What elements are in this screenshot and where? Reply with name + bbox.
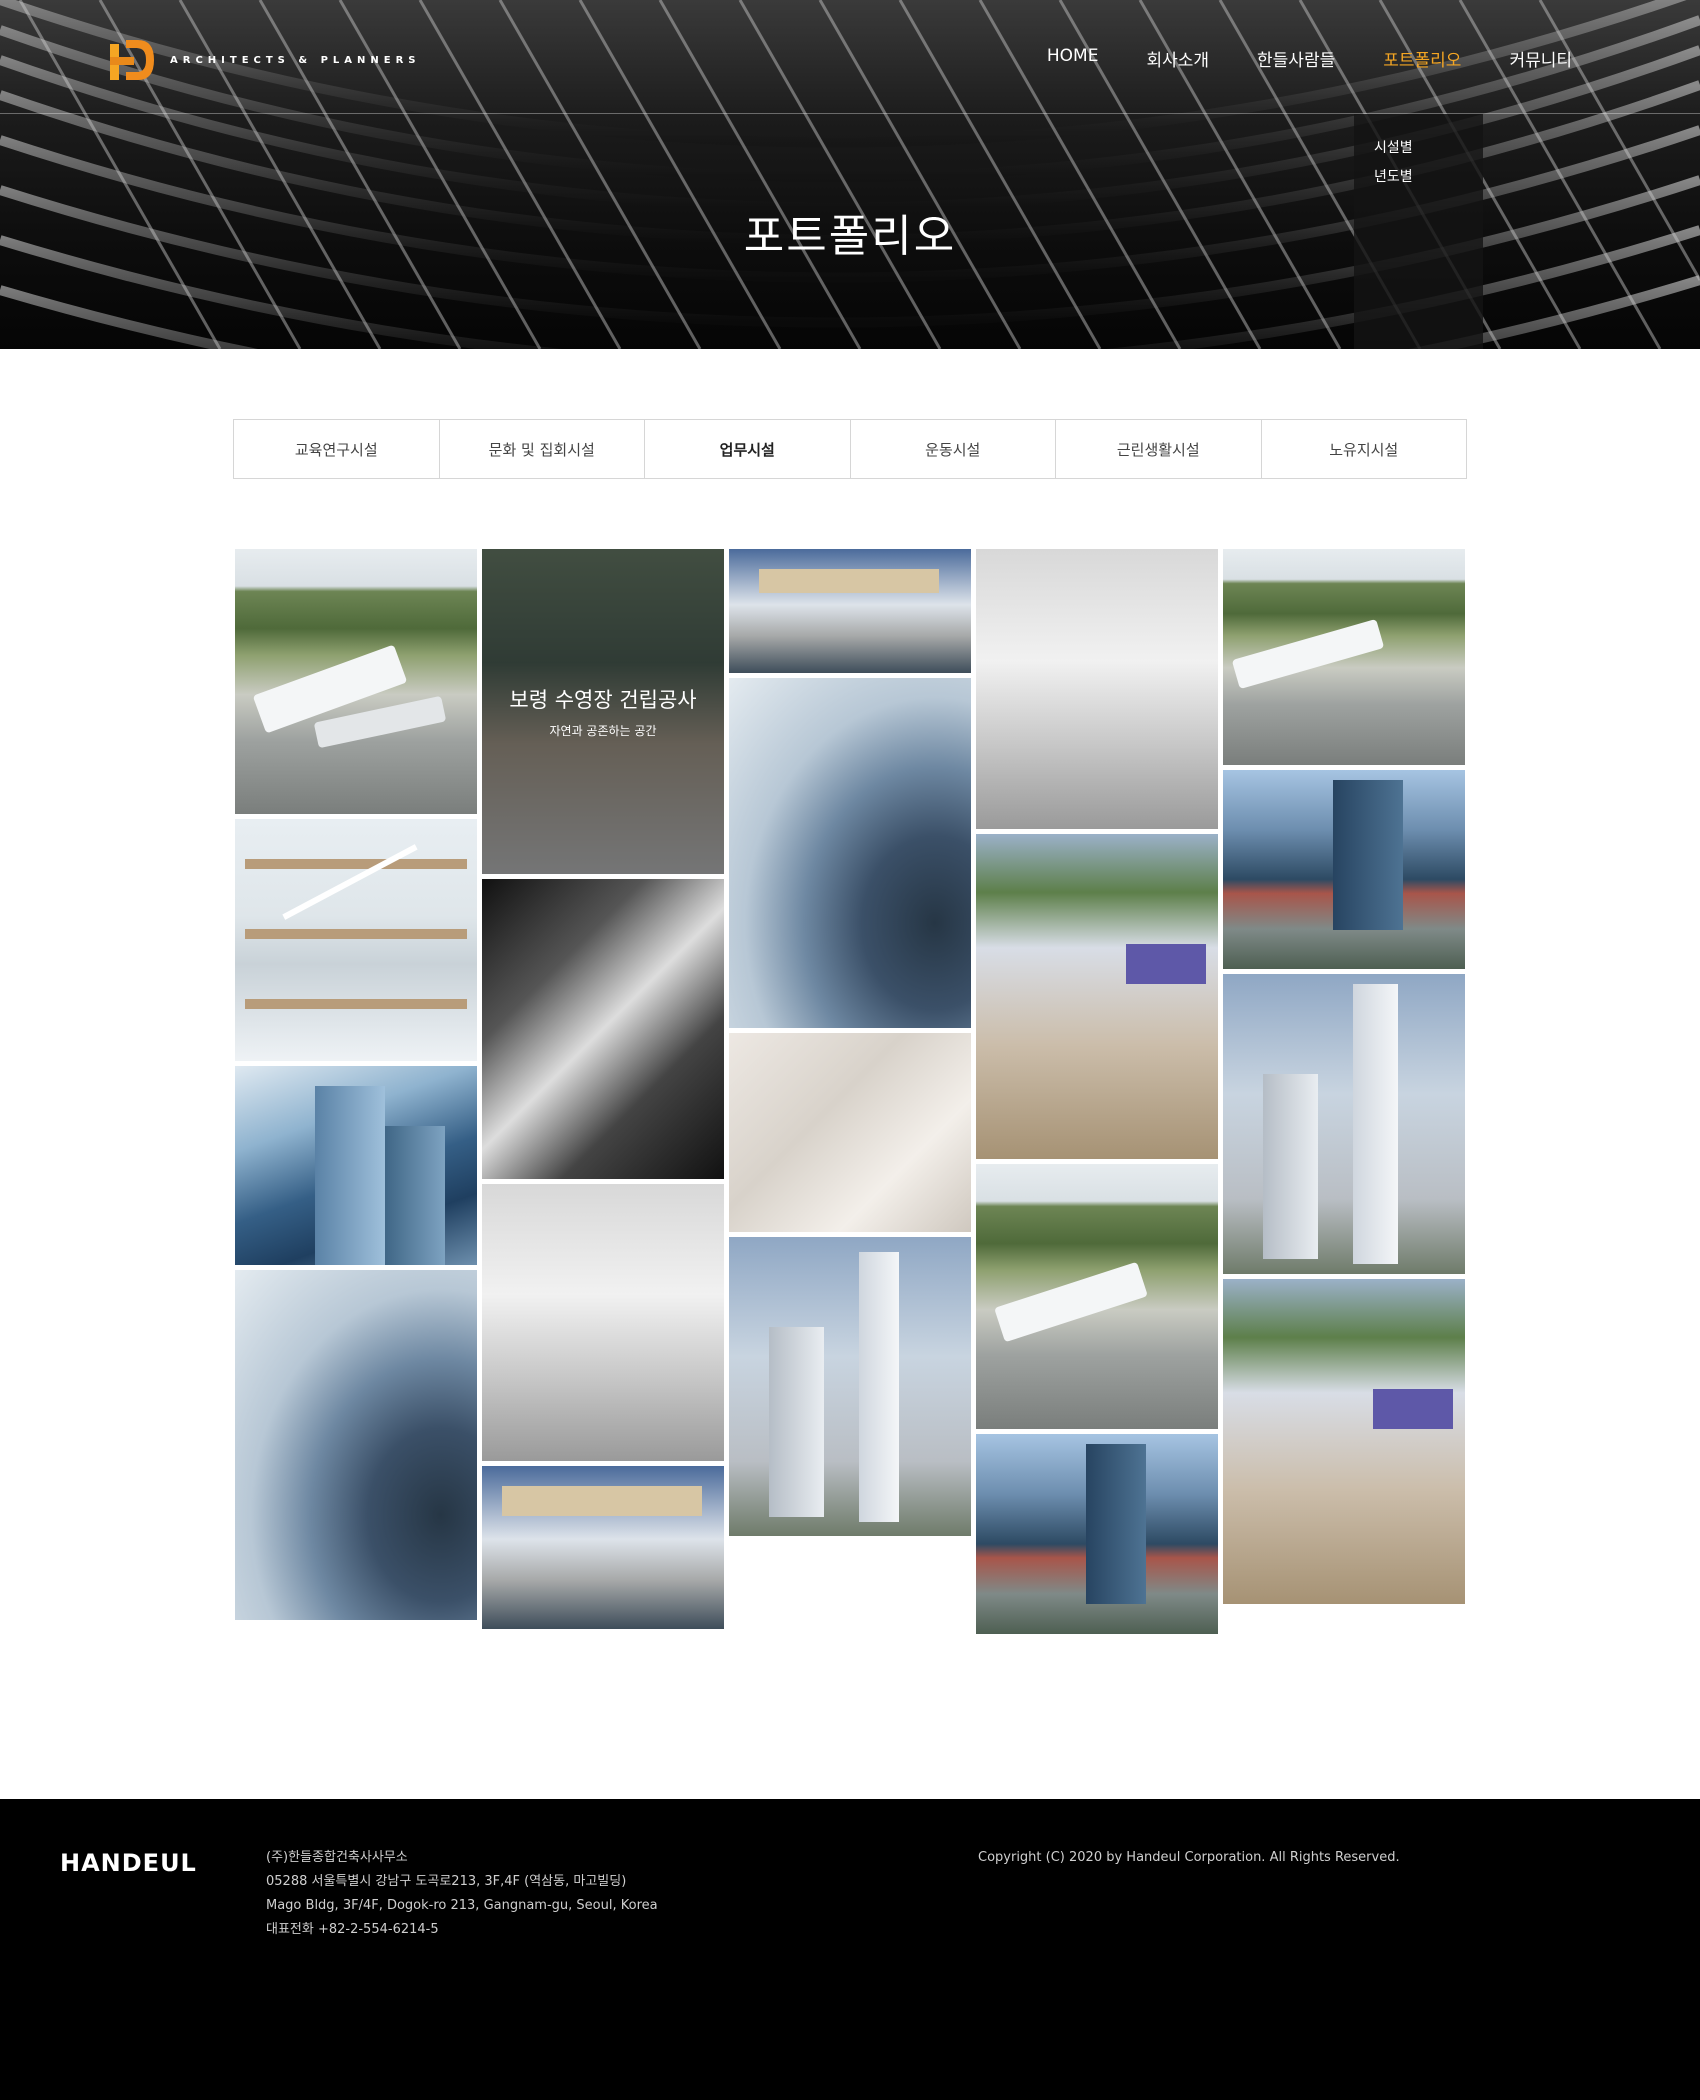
hover-overlay: 보령 수영장 건립공사 자연과 공존하는 공간 (482, 549, 724, 874)
main-nav: HOME 회사소개 한들사람들 포트폴리오 커뮤니티 (1047, 46, 1572, 71)
gallery-item[interactable] (1223, 974, 1465, 1274)
tab-sports[interactable]: 운동시설 (851, 420, 1056, 478)
logo-tagline: ARCHITECTS & PLANNERS (170, 54, 421, 66)
tab-business[interactable]: 업무시설 (645, 420, 851, 478)
project-image (235, 1066, 477, 1265)
portfolio-gallery: 보령 수영장 건립공사 자연과 공존하는 공간 (235, 549, 1465, 1634)
gallery-item[interactable] (482, 1466, 724, 1629)
nav-home[interactable]: HOME (1047, 46, 1099, 71)
gallery-item[interactable] (1223, 770, 1465, 969)
footer-address-ko: 05288 서울특별시 강남구 도곡로213, 3F,4F (역삼동, 마고빌딩… (266, 1874, 627, 1889)
tab-neighborhood[interactable]: 근린생활시설 (1056, 420, 1262, 478)
footer-company-name: (주)한들종합건축사사무소 (266, 1850, 408, 1865)
project-image (482, 879, 724, 1179)
project-image (729, 549, 971, 673)
gallery-item[interactable] (235, 1066, 477, 1265)
gallery-item-hover[interactable]: 보령 수영장 건립공사 자연과 공존하는 공간 (482, 549, 724, 874)
project-image (976, 834, 1218, 1159)
footer-address-en: Mago Bldg, 3F/4F, Dogok-ro 213, Gangnam-… (266, 1898, 658, 1913)
project-image (235, 819, 477, 1061)
dropdown-by-facility[interactable]: 시설별 (1374, 134, 1463, 163)
project-image (976, 1434, 1218, 1634)
project-image (729, 1033, 971, 1232)
gallery-item[interactable] (729, 678, 971, 1028)
gallery-item[interactable] (1223, 549, 1465, 765)
project-subtitle: 자연과 공존하는 공간 (549, 724, 657, 738)
tab-culture[interactable]: 문화 및 집회시설 (440, 420, 645, 478)
project-image (482, 1184, 724, 1461)
nav-company[interactable]: 회사소개 (1146, 46, 1209, 71)
page-title: 포트폴리오 (743, 211, 957, 262)
footer-phone: 대표전화 +82-2-554-6214-5 (266, 1922, 439, 1937)
nav-community[interactable]: 커뮤니티 (1509, 46, 1572, 71)
project-image (729, 1237, 971, 1536)
footer-company-info: (주)한들종합건축사사무소 05288 서울특별시 강남구 도곡로213, 3F… (266, 1846, 658, 1942)
project-image (976, 1164, 1218, 1429)
gallery-item[interactable] (976, 1434, 1218, 1634)
site-footer: HANDEUL (주)한들종합건축사사무소 05288 서울특별시 강남구 도곡… (0, 1799, 1700, 2100)
gallery-item[interactable] (482, 879, 724, 1179)
gallery-item[interactable] (976, 834, 1218, 1159)
footer-copyright: Copyright (C) 2020 by Handeul Corporatio… (978, 1850, 1400, 1865)
project-image (976, 549, 1218, 829)
category-tabs: 교육연구시설 문화 및 집회시설 업무시설 운동시설 근린생활시설 노유지시설 (233, 419, 1467, 479)
page: ARCHITECTS & PLANNERS HOME 회사소개 한들사람들 포트… (0, 0, 1700, 2100)
gallery-item[interactable] (729, 549, 971, 673)
gallery-item[interactable] (729, 1237, 971, 1536)
tab-childcare[interactable]: 노유지시설 (1262, 420, 1467, 478)
nav-portfolio[interactable]: 포트폴리오 (1383, 46, 1461, 71)
gallery-item[interactable] (729, 1033, 971, 1232)
footer-logo: HANDEUL (60, 1849, 197, 1877)
project-image (1223, 974, 1465, 1274)
gallery-item[interactable] (976, 1164, 1218, 1429)
hero-banner: ARCHITECTS & PLANNERS HOME 회사소개 한들사람들 포트… (0, 0, 1700, 349)
project-image (1223, 770, 1465, 969)
gallery-item[interactable] (235, 819, 477, 1061)
project-image (1223, 549, 1465, 765)
project-title: 보령 수영장 건립공사 (509, 688, 697, 712)
project-image (729, 678, 971, 1028)
gallery-item[interactable] (235, 1270, 477, 1620)
site-logo[interactable]: ARCHITECTS & PLANNERS (108, 36, 420, 84)
project-image (1223, 1279, 1465, 1604)
dropdown-by-year[interactable]: 년도별 (1374, 163, 1463, 192)
gallery-item[interactable] (1223, 1279, 1465, 1604)
tab-education[interactable]: 교육연구시설 (234, 420, 440, 478)
gallery-item[interactable] (235, 549, 477, 814)
hd-logo-icon (110, 40, 154, 80)
project-image (235, 549, 477, 814)
gallery-item[interactable] (976, 549, 1218, 829)
project-image (235, 1270, 477, 1620)
nav-people[interactable]: 한들사람들 (1257, 46, 1335, 71)
project-image (482, 1466, 724, 1629)
gallery-item[interactable] (482, 1184, 724, 1461)
